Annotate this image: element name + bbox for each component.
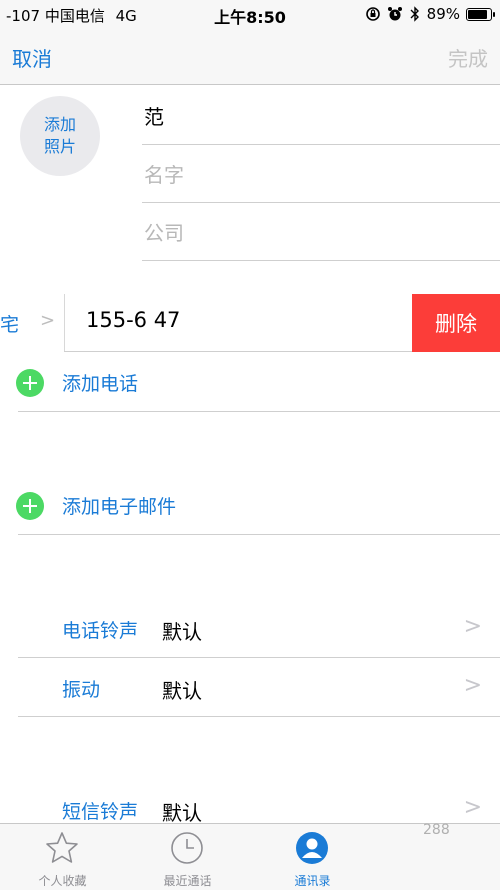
status-right: 89% xyxy=(365,5,495,23)
ringtone-separator xyxy=(18,657,500,658)
phone-label[interactable]: 宅 xyxy=(0,310,19,337)
cancel-button[interactable]: 取消 xyxy=(12,43,52,72)
clock-icon xyxy=(171,832,203,864)
tab-favorites-label: 个人收藏 xyxy=(38,874,87,888)
add-photo-label: 添加 照片 xyxy=(44,114,76,158)
vibration-label: 振动 xyxy=(62,679,101,701)
company-placeholder: 公司 xyxy=(144,221,184,245)
battery-icon xyxy=(466,7,495,21)
add-phone-row[interactable]: 添加电话 xyxy=(0,354,500,412)
add-photo-line1: 添加 xyxy=(43,115,76,134)
tab-contacts[interactable]: 通讯录 xyxy=(250,828,375,888)
star-icon xyxy=(46,832,78,863)
tab-contacts-label: 通讯录 xyxy=(294,874,331,888)
chevron-right-icon: > xyxy=(463,673,482,698)
ringtone-value: 默认 xyxy=(162,620,202,644)
vibration-separator xyxy=(18,716,500,717)
keypad-badge: 288 xyxy=(423,822,450,838)
delete-button[interactable]: 删除 xyxy=(412,294,500,352)
add-email-label: 添加电子邮件 xyxy=(62,496,177,518)
add-photo-button[interactable]: 添加 照片 xyxy=(20,96,100,176)
bluetooth-icon xyxy=(410,6,419,22)
last-name-value: 范 xyxy=(144,105,164,129)
person-icon xyxy=(296,832,328,864)
tab-favorites[interactable]: 个人收藏 xyxy=(0,828,125,888)
add-circle-icon[interactable] xyxy=(16,369,44,397)
add-photo-line2: 照片 xyxy=(43,137,76,156)
text-tone-label: 短信铃声 xyxy=(62,801,139,823)
phone-number-input[interactable]: 155-6 47 xyxy=(86,308,180,332)
add-email-row[interactable]: 添加电子邮件 xyxy=(0,477,500,535)
tab-recents[interactable]: 最近通话 xyxy=(125,828,250,888)
add-email-separator xyxy=(18,534,500,535)
tab-recents-label: 最近通话 xyxy=(163,874,212,888)
text-tone-value: 默认 xyxy=(162,801,202,825)
tab-bar: 个人收藏 最近通话 通讯录 288 xyxy=(0,822,500,890)
chevron-right-icon: > xyxy=(463,795,482,820)
vibration-value: 默认 xyxy=(162,679,202,703)
chevron-right-icon: > xyxy=(463,614,482,639)
tab-keypad[interactable]: 288 xyxy=(375,822,500,888)
add-circle-icon[interactable] xyxy=(16,492,44,520)
nav-bar: 取消 完成 xyxy=(0,28,500,85)
add-phone-separator xyxy=(18,411,500,412)
first-name-placeholder: 名字 xyxy=(144,163,184,187)
first-name-field[interactable]: 名字 xyxy=(142,144,500,203)
battery-fill xyxy=(468,9,488,19)
rotation-lock-icon xyxy=(365,7,380,21)
last-name-field[interactable]: 范 xyxy=(142,86,500,145)
add-phone-label: 添加电话 xyxy=(62,373,139,395)
chevron-right-icon: > xyxy=(40,310,56,331)
ringtone-label: 电话铃声 xyxy=(62,620,139,642)
alarm-icon xyxy=(387,7,402,21)
vibration-row[interactable]: 振动 默认 > xyxy=(0,659,500,717)
done-button[interactable]: 完成 xyxy=(448,43,488,72)
phone-divider xyxy=(64,294,65,352)
status-bar: -107 中国电信 4G 上午8:50 89% xyxy=(0,0,500,28)
company-field[interactable]: 公司 xyxy=(142,202,500,261)
battery-percent: 89% xyxy=(426,5,460,23)
ringtone-row[interactable]: 电话铃声 默认 > xyxy=(0,600,500,658)
